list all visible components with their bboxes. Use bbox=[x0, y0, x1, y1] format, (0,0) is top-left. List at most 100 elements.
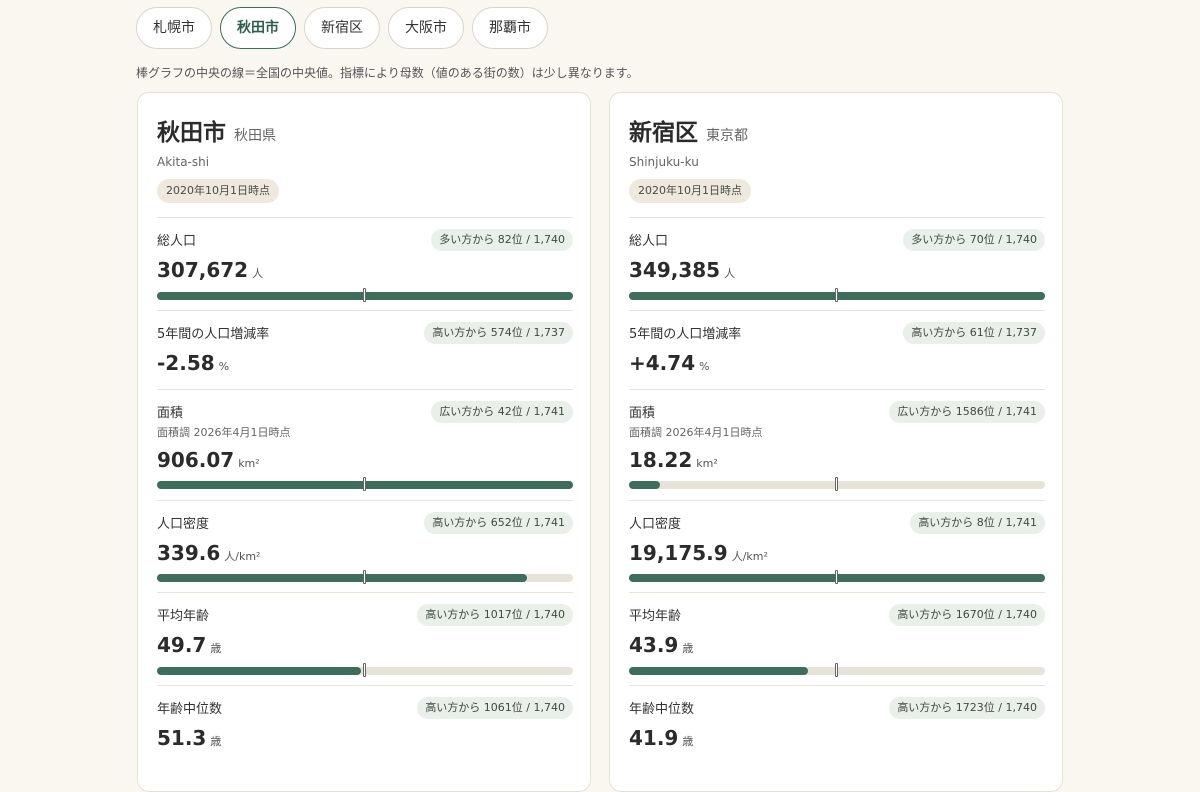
rank-bar-fill bbox=[629, 481, 660, 489]
value-number: 51.3 bbox=[157, 726, 207, 750]
rank-badge: 広い方から 1586位 / 1,741 bbox=[889, 401, 1045, 423]
metric-sublabel: 面積調 2026年4月1日時点 bbox=[629, 426, 763, 439]
rank-bar bbox=[629, 477, 1045, 491]
metric-label: 面積 bbox=[629, 406, 656, 421]
metric-value: -2.58% bbox=[157, 351, 229, 375]
city-card-akita: 秋田市 秋田県 Akita-shi 2020年10月1日時点 総人口 多い方から … bbox=[137, 92, 591, 792]
metric-sublabel: 面積調 2026年4月1日時点 bbox=[157, 426, 291, 439]
metric-value: 19,175.9 人/km² bbox=[629, 541, 768, 565]
value-unit: 歳 bbox=[682, 642, 694, 655]
metric-population: 総人口 多い方から 82位 / 1,740 307,672 人 bbox=[157, 217, 573, 311]
city-title: 秋田市 秋田県 bbox=[157, 113, 276, 147]
value-number: 49.7 bbox=[157, 633, 207, 657]
rank-bar-fill bbox=[157, 574, 527, 582]
value-number: 18.22 bbox=[629, 448, 693, 472]
city-card-shinjuku: 新宿区 東京都 Shinjuku-ku 2020年10月1日時点 総人口 多い方か… bbox=[609, 92, 1063, 792]
rank-bar-fill bbox=[629, 667, 808, 675]
value-unit: % bbox=[218, 360, 230, 373]
metric-label: 5年間の人口増減率 bbox=[157, 327, 270, 342]
rank-badge: 高い方から 8位 / 1,741 bbox=[910, 512, 1045, 534]
metric-value: +4.74% bbox=[629, 351, 710, 375]
tab-naha[interactable]: 那覇市 bbox=[472, 7, 548, 49]
median-marker bbox=[835, 663, 838, 677]
rank-bar bbox=[157, 570, 573, 584]
rank-badge: 高い方から 1017位 / 1,740 bbox=[417, 604, 573, 626]
date-badge: 2020年10月1日時点 bbox=[157, 179, 279, 203]
prefecture-name: 秋田県 bbox=[234, 128, 276, 144]
tab-sapporo[interactable]: 札幌市 bbox=[136, 7, 212, 49]
metric-label: 平均年齢 bbox=[157, 609, 210, 624]
metric-value: 18.22 km² bbox=[629, 448, 718, 472]
metric-label: 総人口 bbox=[157, 234, 197, 249]
median-marker bbox=[363, 477, 366, 491]
tab-osaka[interactable]: 大阪市 bbox=[388, 7, 464, 49]
metric-label: 年齢中位数 bbox=[629, 702, 695, 717]
rank-badge: 高い方から 1723位 / 1,740 bbox=[889, 697, 1045, 719]
median-note: 棒グラフの中央の線＝全国の中央値。指標により母数（値のある街の数）は少し異なりま… bbox=[136, 66, 639, 80]
value-unit: km² bbox=[696, 457, 718, 470]
metric-density: 人口密度 高い方から 8位 / 1,741 19,175.9 人/km² bbox=[629, 500, 1045, 593]
value-unit: 人/km² bbox=[731, 550, 768, 563]
rank-bar-fill bbox=[157, 667, 361, 675]
value-number: 307,672 bbox=[157, 258, 249, 282]
value-number: 43.9 bbox=[629, 633, 679, 657]
rank-badge: 高い方から 574位 / 1,737 bbox=[424, 322, 573, 344]
metric-label: 人口密度 bbox=[629, 517, 682, 532]
city-tab-bar: 札幌市 秋田市 新宿区 大阪市 那覇市 bbox=[136, 7, 548, 49]
rank-badge: 広い方から 42位 / 1,741 bbox=[431, 401, 573, 423]
median-marker bbox=[363, 288, 366, 302]
metric-value: 339.6 人/km² bbox=[157, 541, 260, 565]
value-unit: % bbox=[699, 360, 710, 373]
metric-area: 面積 面積調 2026年4月1日時点 広い方から 42位 / 1,741 906… bbox=[157, 389, 573, 501]
metric-value: 307,672 人 bbox=[157, 258, 263, 282]
tab-shinjuku[interactable]: 新宿区 bbox=[304, 7, 380, 49]
metric-median-age: 年齢中位数 高い方から 1061位 / 1,740 51.3 歳 bbox=[157, 685, 573, 786]
metric-average-age: 平均年齢 高い方から 1017位 / 1,740 49.7 歳 bbox=[157, 592, 573, 686]
value-unit: 人 bbox=[724, 267, 736, 280]
value-unit: km² bbox=[238, 457, 260, 470]
rank-bar bbox=[629, 288, 1045, 302]
date-badge: 2020年10月1日時点 bbox=[629, 179, 751, 203]
rank-badge: 高い方から 652位 / 1,741 bbox=[424, 512, 573, 534]
value-unit: 人/km² bbox=[224, 550, 261, 563]
metric-label: 平均年齢 bbox=[629, 609, 682, 624]
median-marker bbox=[835, 570, 838, 584]
metric-label: 総人口 bbox=[629, 234, 669, 249]
metric-median-age: 年齢中位数 高い方から 1723位 / 1,740 41.9 歳 bbox=[629, 685, 1045, 786]
metric-value: 906.07 km² bbox=[157, 448, 260, 472]
tab-akita[interactable]: 秋田市 bbox=[220, 7, 296, 49]
rank-bar bbox=[157, 288, 573, 302]
value-number: 19,175.9 bbox=[629, 541, 728, 565]
metric-value: 349,385 人 bbox=[629, 258, 735, 282]
value-number: -2.58 bbox=[157, 351, 215, 375]
metric-value: 49.7 歳 bbox=[157, 633, 221, 657]
rank-badge: 高い方から 1061位 / 1,740 bbox=[417, 697, 573, 719]
value-number: 339.6 bbox=[157, 541, 221, 565]
value-unit: 歳 bbox=[210, 642, 222, 655]
median-marker bbox=[363, 570, 366, 584]
value-number: +4.74 bbox=[629, 351, 696, 375]
metric-area: 面積 面積調 2026年4月1日時点 広い方から 1586位 / 1,741 1… bbox=[629, 389, 1045, 501]
value-unit: 歳 bbox=[210, 735, 222, 748]
metric-growth-rate: 5年間の人口増減率 高い方から 61位 / 1,737 +4.74% bbox=[629, 310, 1045, 390]
metric-population: 総人口 多い方から 70位 / 1,740 349,385 人 bbox=[629, 217, 1045, 311]
city-romaji: Akita-shi bbox=[157, 155, 210, 169]
value-unit: 歳 bbox=[682, 735, 694, 748]
value-unit: 人 bbox=[252, 267, 264, 280]
median-marker bbox=[363, 663, 366, 677]
city-name: 秋田市 bbox=[157, 120, 226, 146]
metric-label: 5年間の人口増減率 bbox=[629, 327, 742, 342]
city-title: 新宿区 東京都 bbox=[629, 113, 748, 147]
rank-badge: 多い方から 82位 / 1,740 bbox=[431, 229, 573, 251]
metric-value: 43.9 歳 bbox=[629, 633, 693, 657]
rank-badge: 高い方から 61位 / 1,737 bbox=[903, 322, 1045, 344]
metric-label: 面積 bbox=[157, 406, 184, 421]
rank-badge: 高い方から 1670位 / 1,740 bbox=[889, 604, 1045, 626]
median-marker bbox=[835, 477, 838, 491]
prefecture-name: 東京都 bbox=[706, 128, 748, 144]
median-marker bbox=[835, 288, 838, 302]
metric-growth-rate: 5年間の人口増減率 高い方から 574位 / 1,737 -2.58% bbox=[157, 310, 573, 390]
metric-value: 51.3 歳 bbox=[157, 726, 221, 750]
rank-bar bbox=[629, 663, 1045, 677]
rank-badge: 多い方から 70位 / 1,740 bbox=[903, 229, 1045, 251]
